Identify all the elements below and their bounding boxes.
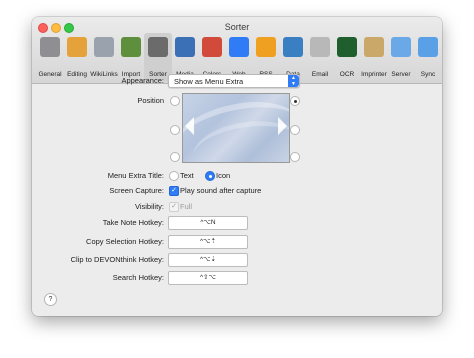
preferences-window: Sorter General Editing WikiLinks Import Sort… bbox=[32, 17, 442, 316]
menu-extra-text-radio[interactable] bbox=[169, 171, 179, 181]
next-arrow-icon[interactable] bbox=[278, 117, 287, 135]
position-preview-image bbox=[182, 93, 290, 163]
position-radio-bottom-right[interactable] bbox=[290, 152, 300, 162]
play-sound-label: Play sound after capture bbox=[180, 186, 262, 195]
position-radio-top-right[interactable] bbox=[290, 96, 300, 106]
window-title: Sorter bbox=[224, 22, 250, 32]
import-tray-icon bbox=[121, 37, 141, 57]
globe-icon bbox=[229, 37, 249, 57]
search-hotkey-label: Search Hotkey: bbox=[112, 273, 164, 282]
take-note-hotkey-field[interactable]: ^⌥N bbox=[168, 216, 248, 230]
search-hotkey-field[interactable]: ^⇧⌥ bbox=[168, 271, 248, 285]
toolbar-item-label: Sync bbox=[420, 71, 436, 78]
wikilinks-icon bbox=[94, 37, 114, 57]
menu-extra-title-label: Menu Extra Title: bbox=[107, 171, 164, 180]
general-switch-icon bbox=[40, 37, 60, 57]
imprinter-stamp-icon bbox=[364, 37, 384, 57]
play-sound-checkbox[interactable]: ✓ bbox=[169, 186, 179, 196]
position-label: Position bbox=[137, 96, 164, 105]
position-radio-middle-right[interactable] bbox=[290, 125, 300, 135]
server-radar-icon bbox=[391, 37, 411, 57]
sync-cloud-icon bbox=[418, 37, 438, 57]
ocr-a-icon bbox=[337, 37, 357, 57]
envelope-icon bbox=[310, 37, 330, 57]
toolbar-item-sync[interactable]: Sync bbox=[414, 33, 442, 81]
appearance-label: Appearance: bbox=[121, 76, 164, 85]
pencils-icon bbox=[67, 37, 87, 57]
clip-hotkey-field[interactable]: ^⌥⇣ bbox=[168, 253, 248, 267]
screen-capture-label: Screen Capture: bbox=[109, 186, 164, 195]
menu-extra-icon-radio[interactable] bbox=[205, 171, 215, 181]
data-table-icon bbox=[283, 37, 303, 57]
menu-extra-icon-label: Icon bbox=[216, 171, 231, 180]
previous-arrow-icon[interactable] bbox=[185, 117, 194, 135]
visibility-full-label: Full bbox=[180, 202, 193, 211]
copy-selection-hotkey-field[interactable]: ^⌥⇡ bbox=[168, 235, 248, 249]
clip-hotkey-label: Clip to DEVONthink Hotkey: bbox=[70, 255, 164, 264]
position-radio-bottom-left[interactable] bbox=[170, 152, 180, 162]
position-radio-middle-left[interactable] bbox=[170, 125, 180, 135]
position-radio-top-left[interactable] bbox=[170, 96, 180, 106]
take-note-hotkey-label: Take Note Hotkey: bbox=[102, 218, 164, 227]
visibility-checkbox[interactable]: ✓ bbox=[169, 202, 179, 212]
help-button[interactable]: ? bbox=[44, 293, 57, 306]
copy-selection-hotkey-label: Copy Selection Hotkey: bbox=[86, 237, 164, 246]
media-film-icon bbox=[175, 37, 195, 57]
menu-extra-text-label: Text bbox=[180, 171, 194, 180]
appearance-popup[interactable]: Show as Menu Extra ▲ ▼ bbox=[168, 74, 300, 88]
sorter-icon bbox=[148, 37, 168, 57]
visibility-label: Visibility: bbox=[134, 202, 164, 211]
popup-arrows-icon: ▲ ▼ bbox=[288, 75, 299, 87]
appearance-value: Show as Menu Extra bbox=[174, 76, 244, 86]
rss-icon bbox=[256, 37, 276, 57]
colors-pencils-icon bbox=[202, 37, 222, 57]
